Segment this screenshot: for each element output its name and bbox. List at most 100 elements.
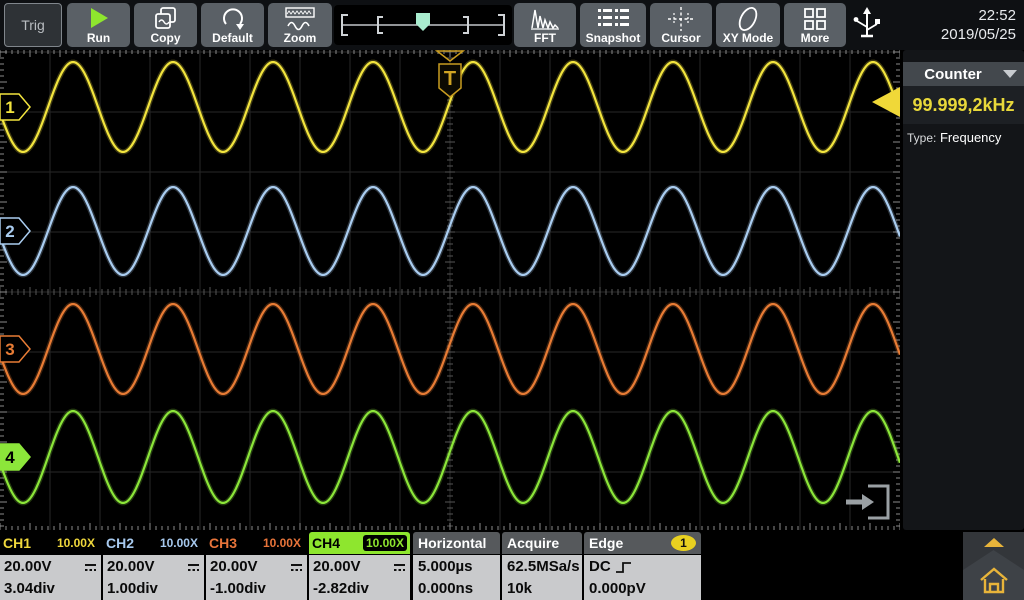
run-button[interactable]: Run (67, 3, 130, 47)
home-icon (978, 566, 1010, 596)
svg-text:T: T (444, 68, 456, 90)
ch4-status-block[interactable]: CH4 10.00X 20.00V -2.82div (309, 532, 410, 600)
datetime-display: 22:52 2019/05/25 (941, 6, 1016, 44)
trigger-level-value: 0.000pV (589, 578, 696, 600)
ch1-status-block[interactable]: CH1 10.00X 20.00V 3.04div (0, 532, 101, 600)
bottom-status-bar: CH1 10.00X 20.00V 3.04div CH2 10.00X 20.… (0, 532, 1024, 600)
cursor-label: Cursor (661, 31, 700, 45)
copy-label: Copy (151, 31, 181, 45)
wave-zoom-icon (284, 6, 316, 32)
more-grid-icon (802, 6, 828, 32)
ch1-header: CH1 10.00X (0, 532, 101, 554)
svg-text:2: 2 (5, 222, 14, 241)
usb-icon (850, 5, 884, 43)
home-button[interactable] (978, 566, 1010, 600)
ch4-scale: 20.00V (313, 556, 361, 578)
ch4-header: CH4 10.00X (309, 532, 410, 554)
trig-label: Trig (21, 17, 45, 33)
counter-type-label: Type: (907, 131, 936, 145)
dc-coupling-icon (290, 562, 303, 572)
date-text: 2019/05/25 (941, 25, 1016, 44)
counter-dropdown[interactable]: Counter (903, 62, 1024, 86)
cursor-button[interactable]: Cursor (650, 3, 712, 47)
ch1-probe-badge: 10.00X (54, 535, 98, 551)
pan-exit-icon (846, 486, 888, 518)
timebase-value: 5.000µs (418, 556, 495, 578)
svg-text:4: 4 (5, 448, 15, 467)
more-label: More (801, 31, 830, 45)
h-offset-value: 0.000ns (418, 578, 495, 600)
ch3-offset: -1.00div (210, 578, 303, 600)
waveform-display[interactable]: 1234 T (0, 50, 900, 530)
horizontal-values: 5.000µs 0.000ns (413, 555, 500, 600)
horizontal-position-slider[interactable] (334, 5, 512, 45)
ch4-label: CH4 (312, 535, 340, 551)
ch1-offset: 3.04div (4, 578, 97, 600)
trigger-coupling-value: DC (589, 556, 611, 578)
horizontal-status-block[interactable]: Horizontal 5.000µs 0.000ns (413, 532, 500, 600)
rising-edge-icon (615, 560, 633, 575)
ch2-status-block[interactable]: CH2 10.00X 20.00V 1.00div (103, 532, 204, 600)
trigger-title: Edge (589, 535, 623, 551)
zoom-label: Zoom (284, 31, 317, 45)
chevron-down-icon (1003, 70, 1017, 78)
fft-label: FFT (534, 31, 556, 45)
acquire-values: 62.5MSa/s 10k (502, 555, 582, 600)
ch2-values: 20.00V 1.00div (103, 555, 204, 600)
ch3-probe-badge: 10.00X (260, 535, 304, 551)
xy-ellipse-icon (734, 6, 762, 32)
ch2-scale: 20.00V (107, 556, 155, 578)
ch1-scale: 20.00V (4, 556, 52, 578)
ch3-status-block[interactable]: CH3 10.00X 20.00V -1.00div (206, 532, 307, 600)
snapshot-icon (596, 6, 630, 30)
zoom-button[interactable]: Zoom (268, 3, 332, 47)
counter-type-value: Frequency (940, 130, 1001, 145)
ch4-offset: -2.82div (313, 578, 406, 600)
fft-icon (530, 6, 560, 32)
svg-text:1: 1 (5, 98, 14, 117)
fft-button[interactable]: FFT (514, 3, 576, 47)
oscilloscope-screen: Trig Run Copy Default (0, 0, 1024, 600)
ch2-probe-badge: 10.00X (157, 535, 201, 551)
dc-coupling-icon (393, 562, 406, 572)
trigger-source-badge: 1 (671, 535, 696, 551)
trig-button[interactable]: Trig (4, 3, 62, 47)
default-label: Default (212, 31, 253, 45)
reset-icon (220, 6, 246, 32)
play-icon (88, 6, 110, 30)
cursor-icon (666, 6, 696, 32)
default-button[interactable]: Default (201, 3, 264, 47)
dc-coupling-icon (84, 562, 97, 572)
counter-value: 99.999,2kHz (903, 86, 1024, 124)
more-button[interactable]: More (784, 3, 846, 47)
collapse-up-icon[interactable] (984, 538, 1004, 547)
ch1-values: 20.00V 3.04div (0, 555, 101, 600)
ch3-header: CH3 10.00X (206, 532, 307, 554)
ch4-values: 20.00V -2.82div (309, 555, 410, 600)
ch2-header: CH2 10.00X (103, 532, 204, 554)
counter-panel: Counter 99.999,2kHz Type: Frequency (903, 50, 1024, 530)
ch2-offset: 1.00div (107, 578, 200, 600)
acquire-status-block[interactable]: Acquire 62.5MSa/s 10k (502, 532, 582, 600)
slider-graphic (334, 5, 512, 45)
ch3-scale: 20.00V (210, 556, 258, 578)
sample-rate-value: 62.5MSa/s (507, 556, 577, 578)
snapshot-button[interactable]: Snapshot (580, 3, 646, 47)
ch3-label: CH3 (209, 535, 237, 551)
xy-mode-label: XY Mode (723, 31, 773, 45)
horizontal-title: Horizontal (418, 535, 486, 551)
slider-thumb (416, 13, 430, 31)
copy-icon (153, 6, 179, 32)
snapshot-label: Snapshot (586, 31, 641, 45)
top-toolbar: Trig Run Copy Default (0, 0, 1024, 50)
dc-coupling-icon (187, 562, 200, 572)
usb-status (850, 5, 894, 45)
corner-nav-panel (963, 532, 1024, 600)
memory-depth-value: 10k (507, 578, 577, 600)
trigger-values: DC 0.000pV (584, 555, 701, 600)
copy-button[interactable]: Copy (134, 3, 197, 47)
trigger-status-block[interactable]: Edge 1 DC 0.000pV (584, 532, 701, 600)
ch3-values: 20.00V -1.00div (206, 555, 307, 600)
xy-mode-button[interactable]: XY Mode (716, 3, 780, 47)
time-text: 22:52 (941, 6, 1016, 25)
